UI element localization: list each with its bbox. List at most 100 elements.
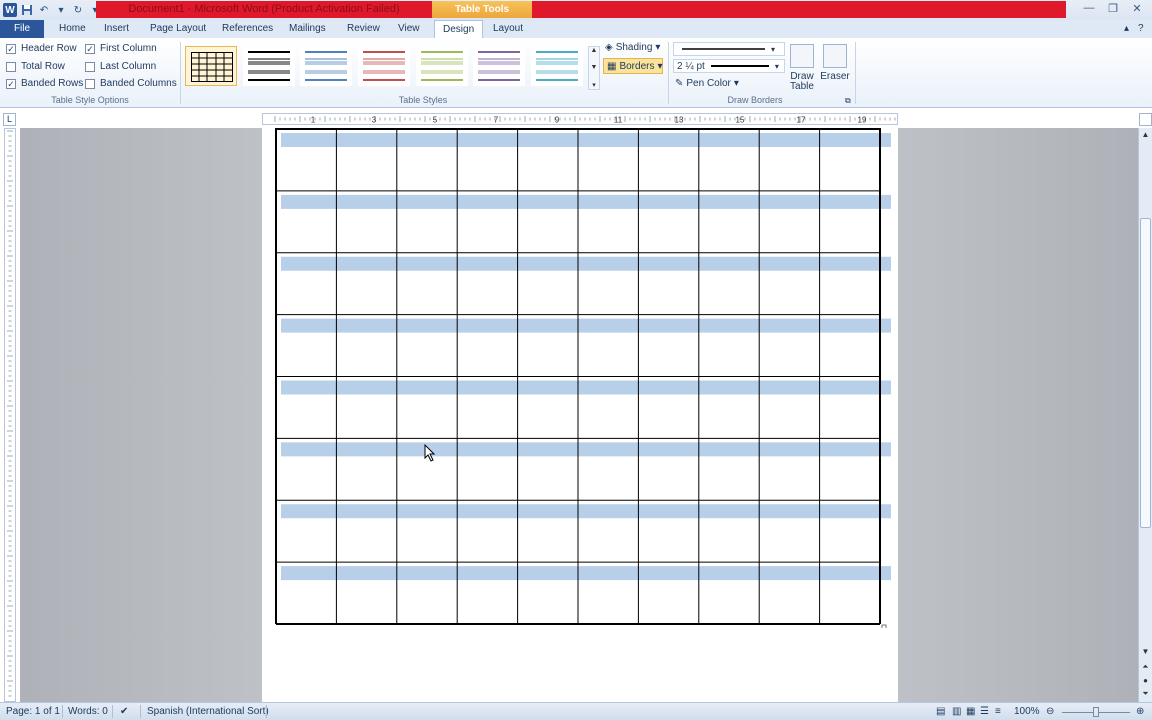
draw-table-button[interactable]: Draw Table (785, 44, 819, 92)
document-table[interactable] (275, 128, 891, 630)
ruler-number: 1 (311, 116, 316, 125)
chevron-down-icon: ▾ (733, 78, 739, 89)
scroll-up-arrow-icon[interactable]: ▲ (1139, 128, 1152, 141)
paint-bucket-icon: ◈ (605, 42, 613, 53)
tab-insert[interactable]: Insert (104, 20, 129, 38)
help-icon[interactable]: ? (1138, 23, 1144, 34)
tab-selector[interactable]: L (3, 113, 16, 126)
chevron-down-icon: ▾ (774, 61, 779, 71)
line-weight-preview-icon (710, 65, 769, 67)
table-style-red[interactable] (358, 46, 410, 86)
line-style-select[interactable]: ▾ (673, 42, 785, 56)
pen-color-button[interactable]: ✎ Pen Color ▾ (675, 78, 739, 89)
ribbon-tabs: File Home Insert Page Layout References … (0, 20, 1152, 38)
table-row-band (281, 566, 891, 581)
scroll-thumb[interactable] (1140, 218, 1151, 528)
style-gallery-scroll[interactable]: ▲ ▼ ▾ (588, 46, 600, 90)
status-bar: Page: 1 of 1 Words: 0 ✔ Spanish (Interna… (0, 702, 1152, 720)
table-style-blue[interactable] (300, 46, 352, 86)
proofing-icon[interactable]: ✔ (120, 706, 128, 717)
title-highlight-right (532, 1, 1066, 18)
close-icon[interactable]: ✕ (1126, 0, 1148, 16)
table-styles-label: Table Styles (398, 95, 448, 105)
outline-view-icon[interactable]: ☰ (980, 706, 989, 717)
minimize-icon[interactable]: — (1078, 0, 1100, 16)
tab-mailings[interactable]: Mailings (289, 20, 326, 38)
eraser-button[interactable]: Eraser (818, 44, 852, 82)
draw-table-icon (790, 44, 814, 68)
word-logo-icon[interactable]: W (3, 3, 17, 17)
gallery-more-icon[interactable]: ▾ (592, 81, 596, 89)
table-style-light-shading[interactable] (243, 46, 295, 86)
borders-grid-icon: ▦ (607, 60, 617, 72)
first-column-label: First Column (100, 43, 157, 54)
tab-view[interactable]: View (398, 20, 420, 38)
tab-references[interactable]: References (222, 20, 273, 38)
page-count[interactable]: Page: 1 of 1 (6, 706, 60, 717)
dialog-launcher-icon[interactable]: ⧉ (845, 96, 851, 106)
vertical-scrollbar[interactable]: ▲ ▼ ⏶ ● ⏷ (1138, 128, 1152, 702)
draft-view-icon[interactable]: ≡ (995, 706, 1001, 717)
full-screen-reading-icon[interactable]: ▥ (952, 706, 961, 717)
zoom-out-icon[interactable]: ⊖ (1046, 706, 1054, 717)
table-row-band (281, 194, 891, 209)
zoom-in-icon[interactable]: ⊕ (1136, 706, 1144, 717)
zoom-level[interactable]: 100% (1014, 706, 1040, 717)
dropdown-arrow-icon[interactable]: ▾ (54, 3, 68, 17)
table-style-green[interactable] (416, 46, 468, 86)
chevron-down-icon: ▾ (657, 60, 663, 72)
scroll-down-icon[interactable]: ▼ (591, 64, 598, 71)
first-column-checkbox[interactable]: ✓ First Column (85, 43, 157, 54)
tab-design[interactable]: Design (434, 20, 484, 38)
banded-rows-checkbox[interactable]: ✓ Banded Rows (6, 78, 83, 89)
eraser-icon (823, 44, 847, 68)
view-ruler-icon[interactable] (1139, 113, 1152, 126)
shading-label: Shading (615, 42, 653, 53)
table-row-band (281, 256, 891, 271)
last-column-checkbox[interactable]: Last Column (85, 61, 156, 72)
last-column-label: Last Column (100, 61, 157, 72)
tab-review[interactable]: Review (347, 20, 380, 38)
table-style-purple[interactable] (473, 46, 525, 86)
total-row-label: Total Row (21, 61, 65, 72)
borders-label: Borders (619, 60, 655, 72)
browse-object-icon[interactable]: ● (1139, 674, 1152, 687)
language-indicator[interactable]: Spanish (International Sort) (147, 706, 269, 717)
previous-page-icon[interactable]: ⏶ (1139, 660, 1152, 673)
vertical-ruler[interactable] (4, 128, 16, 702)
next-page-icon[interactable]: ⏷ (1139, 687, 1152, 700)
header-row-checkbox[interactable]: ✓ Header Row (6, 43, 77, 54)
undo-icon[interactable]: ↶ (37, 3, 51, 17)
horizontal-ruler[interactable]: 1 3 5 7 9 11 13 15 17 19 (262, 113, 901, 125)
scroll-up-icon[interactable]: ▲ (591, 47, 598, 54)
line-weight-select[interactable]: 2 ¼ pt ▾ (673, 59, 785, 73)
total-row-checkbox[interactable]: Total Row (6, 61, 65, 72)
web-layout-icon[interactable]: ▦ (966, 706, 975, 717)
borders-button[interactable]: ▦ Borders ▾ (603, 58, 663, 74)
window-title: Document1 - Microsoft Word (Product Acti… (128, 3, 400, 15)
ribbon-minimize-icon[interactable]: ▴ (1124, 23, 1129, 34)
ruler-number: 13 (675, 116, 684, 125)
tab-page-layout[interactable]: Page Layout (150, 20, 206, 38)
line-weight-value: 2 ¼ pt (677, 60, 705, 72)
eraser-label: Eraser (820, 71, 850, 82)
draw-table-label: Draw Table (790, 71, 814, 92)
table-style-aqua[interactable] (531, 46, 583, 86)
pen-icon: ✎ (675, 78, 684, 89)
tab-layout[interactable]: Layout (493, 20, 523, 38)
print-layout-view-icon[interactable]: ▤ (936, 706, 945, 717)
zoom-slider-thumb[interactable] (1093, 707, 1099, 717)
tab-file[interactable]: File (0, 20, 44, 38)
table-style-grid[interactable] (185, 46, 237, 86)
restore-icon[interactable]: ❐ (1102, 0, 1124, 16)
word-count[interactable]: Words: 0 (68, 706, 108, 717)
checkbox-checked-icon: ✓ (85, 43, 95, 54)
redo-icon[interactable]: ↻ (71, 3, 85, 17)
scroll-down-arrow-icon[interactable]: ▼ (1139, 645, 1152, 658)
quick-access-toolbar: W ↶ ▾ ↻ ▾ (0, 0, 102, 20)
status-separator (62, 705, 63, 718)
save-icon[interactable] (20, 3, 34, 17)
shading-button[interactable]: ◈ Shading ▾ (605, 42, 660, 53)
tab-home[interactable]: Home (59, 20, 86, 38)
banded-columns-checkbox[interactable]: Banded Columns (85, 78, 177, 89)
